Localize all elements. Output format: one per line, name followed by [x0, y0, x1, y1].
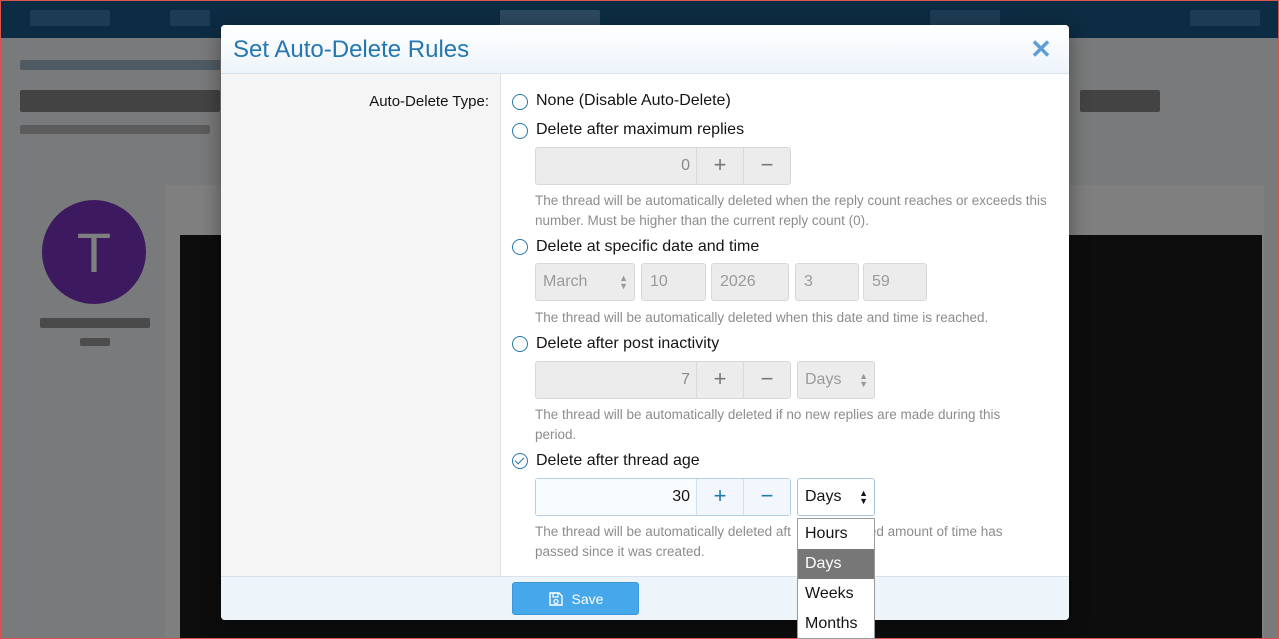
auto-delete-type-label: Auto-Delete Type: [369, 93, 489, 110]
form-label-column: Auto-Delete Type: [221, 74, 501, 576]
save-icon [548, 591, 563, 606]
thread-age-help-start: The thread will be automatically deleted… [535, 524, 791, 539]
max-replies-increment-button[interactable]: + [696, 148, 743, 184]
thread-age-unit-value: Days [805, 488, 842, 505]
inactivity-unit-value: Days [805, 371, 842, 388]
thread-age-decrement-button[interactable]: − [743, 479, 790, 515]
select-arrows-icon: ▲ ▼ [619, 273, 628, 291]
day-input[interactable]: 10 [641, 263, 706, 301]
inactivity-decrement-button[interactable]: − [743, 362, 790, 398]
minute-input[interactable]: 59 [863, 263, 927, 301]
thread-age-stepper: 30 + − [535, 478, 791, 516]
thread-age-unit-select[interactable]: Days ▲ ▼ [797, 478, 875, 516]
hour-input[interactable]: 3 [795, 263, 859, 301]
specific-date-help: The thread will be automatically deleted… [535, 310, 989, 325]
dropdown-option-weeks[interactable]: Weeks [798, 579, 874, 609]
radio-max-replies-label[interactable]: Delete after maximum replies [536, 121, 744, 139]
radio-none-label[interactable]: None (Disable Auto-Delete) [536, 92, 731, 110]
inactivity-help: The thread will be automatically deleted… [535, 407, 1001, 442]
dropdown-option-days[interactable]: Days [798, 549, 874, 579]
inactivity-stepper: 7 + − [535, 361, 791, 399]
radio-specific-date[interactable] [512, 239, 528, 255]
close-icon[interactable]: ✕ [1029, 35, 1053, 63]
inactivity-input[interactable]: 7 [536, 362, 696, 398]
inactivity-increment-button[interactable]: + [696, 362, 743, 398]
thread-age-increment-button[interactable]: + [696, 479, 743, 515]
modal-header: Set Auto-Delete Rules ✕ [221, 25, 1069, 74]
save-button[interactable]: Save [512, 582, 639, 615]
max-replies-decrement-button[interactable]: − [743, 148, 790, 184]
max-replies-stepper: 0 + − [535, 147, 791, 185]
dropdown-option-months[interactable]: Months [798, 609, 874, 639]
thread-age-input[interactable]: 30 [536, 479, 696, 515]
month-select[interactable]: March ▲ ▼ [535, 263, 635, 301]
radio-inactivity-label[interactable]: Delete after post inactivity [536, 335, 719, 353]
save-button-label: Save [571, 590, 604, 607]
radio-thread-age-label[interactable]: Delete after thread age [536, 452, 700, 470]
radio-none[interactable] [512, 94, 528, 110]
select-arrows-icon: ▲ ▼ [859, 371, 868, 389]
thread-age-help-line2: passed since it was created. [535, 543, 705, 559]
unit-dropdown-list: Hours Days Weeks Months [797, 518, 875, 639]
auto-delete-modal: Set Auto-Delete Rules ✕ Auto-Delete Type… [221, 25, 1069, 639]
inactivity-unit-select[interactable]: Days ▲ ▼ [797, 361, 875, 399]
max-replies-input[interactable]: 0 [536, 148, 696, 184]
radio-thread-age[interactable] [512, 453, 528, 469]
dropdown-option-hours[interactable]: Hours [798, 519, 874, 549]
thread-age-help-end: ed amount of time has [868, 524, 1003, 539]
year-input[interactable]: 2026 [711, 263, 789, 301]
max-replies-help: The thread will be automatically deleted… [535, 193, 1047, 228]
radio-max-replies[interactable] [512, 123, 528, 139]
month-select-value: March [543, 273, 588, 290]
modal-title: Set Auto-Delete Rules [233, 36, 470, 63]
radio-specific-date-label[interactable]: Delete at specific date and time [536, 238, 759, 256]
select-arrows-icon: ▲ ▼ [859, 488, 868, 506]
modal-footer: Save [221, 576, 1069, 620]
radio-inactivity[interactable] [512, 336, 528, 352]
